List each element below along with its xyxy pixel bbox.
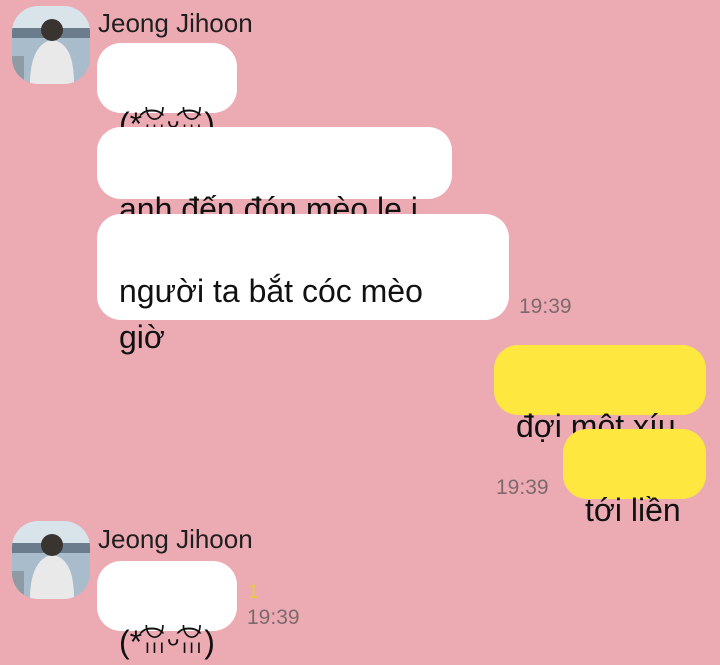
avatar[interactable] [12,6,90,84]
avatar[interactable] [12,521,90,599]
message-bubble[interactable]: tới liền [563,429,706,528]
message-text: tới liền [585,492,681,528]
unread-count: 1 [248,582,259,603]
sender-name: Jeong Jihoon [98,524,253,554]
sender-name: Jeong Jihoon [98,8,253,38]
message-bubble[interactable]: người ta bắt cóc mèo giờ [97,214,509,355]
message-bubble[interactable]: anh đến đón mèo lẹ i [97,127,452,227]
message-timestamp: 19:39 [519,295,572,318]
message-timestamp: 19:39 [247,606,300,629]
message-bubble[interactable]: đợi một xíu [494,345,706,444]
message-bubble[interactable]: (*͡ꈍᵕ͡ꈍ) [97,561,237,660]
message-bubble[interactable]: (*͡ꈍᵕ͡ꈍ) [97,43,237,142]
message-text: người ta bắt cóc mèo giờ [119,273,423,355]
avatar-photo [12,6,90,84]
message-timestamp: 19:39 [496,476,549,499]
avatar-photo [12,521,90,599]
message-text: (*͡ꈍᵕ͡ꈍ) [119,624,215,660]
